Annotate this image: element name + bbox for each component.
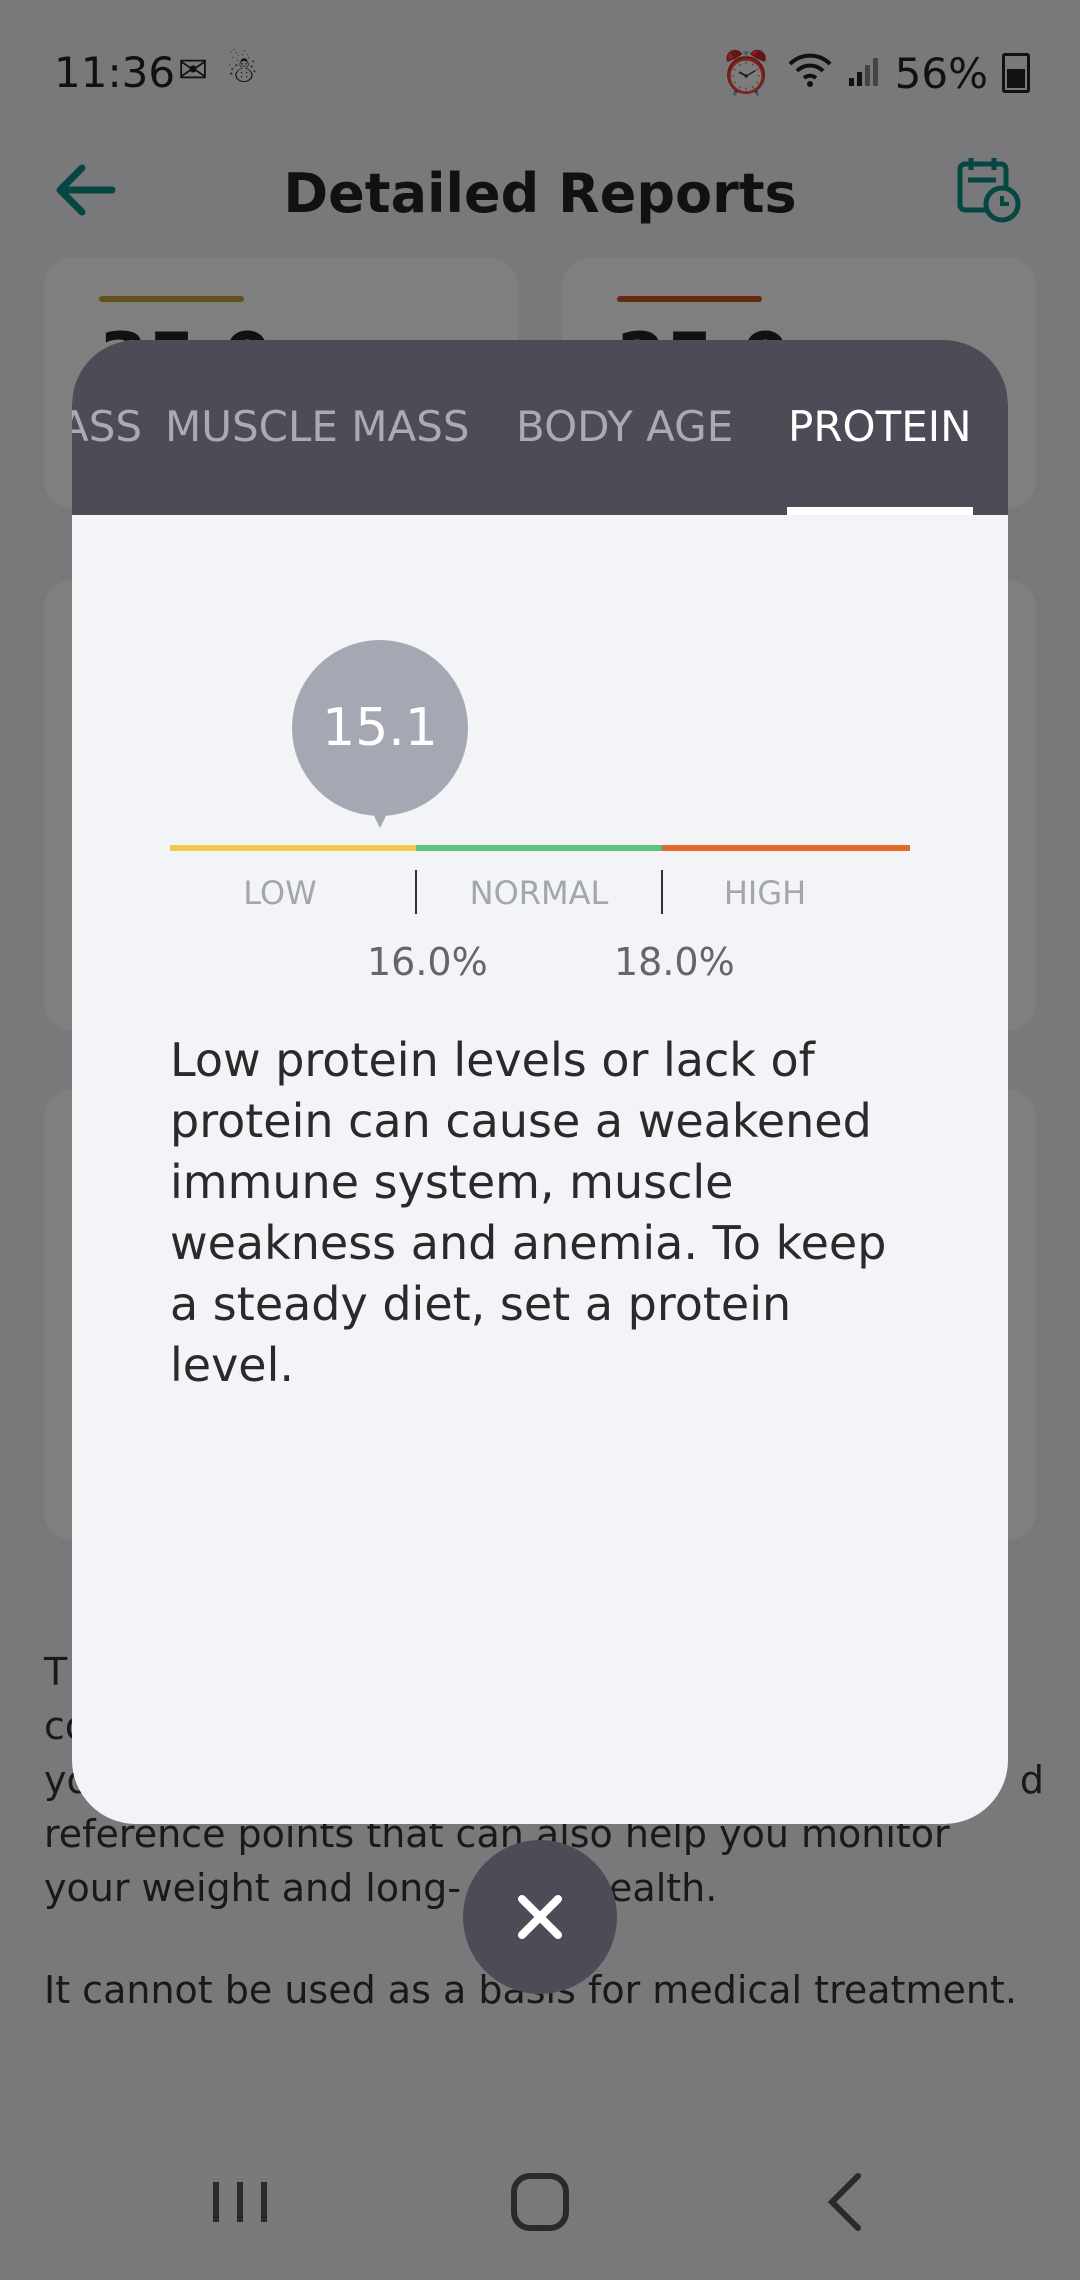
value-pointer (366, 800, 394, 828)
tab-protein[interactable]: PROTEIN (788, 402, 972, 451)
range-label-high: HIGH (723, 874, 807, 912)
threshold-low-normal: 16.0% (367, 940, 488, 984)
tab-muscle-mass[interactable]: MUSCLE MASS (165, 402, 470, 451)
tab-indicator (787, 507, 973, 515)
value-bubble: 15.1 (292, 640, 468, 816)
threshold-normal-high: 18.0% (614, 940, 735, 984)
range-label-normal: NORMAL (469, 874, 609, 912)
metric-tabs: ASS MUSCLE MASS BODY AGE PROTEIN (72, 340, 1008, 515)
range-bar-high (662, 845, 910, 851)
range-bar-normal (416, 845, 662, 851)
close-button[interactable] (463, 1840, 617, 1994)
range-label-low: LOW (243, 874, 317, 912)
metric-detail-modal: ASS MUSCLE MASS BODY AGE PROTEIN 15.1 LO… (72, 340, 1008, 1824)
protein-description: Low protein levels or lack of protein ca… (170, 1033, 887, 1392)
tab-fat-mass[interactable]: ASS (72, 402, 142, 451)
threshold-tick (661, 870, 663, 914)
close-icon (518, 1895, 562, 1939)
range-bar-low (170, 845, 416, 851)
tab-body-age[interactable]: BODY AGE (516, 402, 733, 451)
protein-gauge: 15.1 LOW NORMAL HIGH 16.0% 18.0% (170, 640, 910, 984)
threshold-tick (415, 870, 417, 914)
